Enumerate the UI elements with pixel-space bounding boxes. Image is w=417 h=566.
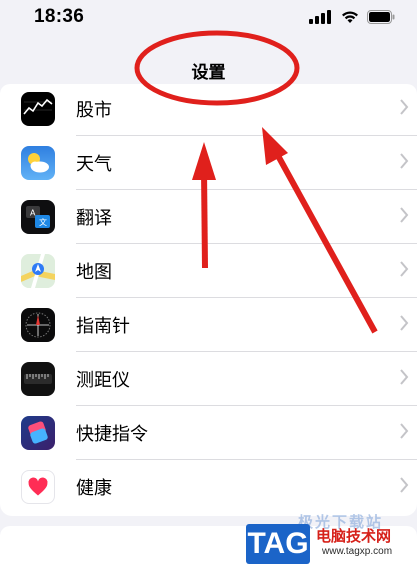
settings-item-label: 测距仪 [76, 370, 130, 391]
chevron-right-icon [400, 477, 409, 493]
settings-item-stocks[interactable]: 股市 [0, 84, 417, 136]
chevron-right-icon [400, 261, 409, 277]
status-time: 18:36 [34, 6, 85, 27]
compass-icon [21, 308, 55, 342]
settings-item-health[interactable]: 健康 [0, 460, 417, 514]
settings-item-label: 股市 [76, 100, 112, 121]
measure-icon [21, 362, 55, 396]
watermark-site-url: www.tagxp.com [322, 546, 393, 557]
settings-item-label: 翻译 [76, 208, 112, 229]
settings-item-measure[interactable]: 测距仪 [0, 352, 417, 406]
chevron-right-icon [400, 99, 409, 115]
settings-item-label: 指南针 [76, 316, 130, 337]
settings-item-weather[interactable]: 天气 [0, 136, 417, 190]
chevron-right-icon [400, 369, 409, 385]
status-bar: 18:36 [0, 0, 417, 36]
svg-text:A: A [30, 209, 36, 218]
wifi-icon [342, 11, 358, 23]
battery-icon [367, 10, 395, 24]
settings-item-compass[interactable]: 指南针 [0, 298, 417, 352]
maps-icon [21, 254, 55, 288]
settings-list: 股市 天气 A 文 翻译 地图 指南针 测距仪 快捷指令 健康 [0, 84, 417, 516]
svg-text:文: 文 [39, 217, 47, 227]
watermark-site-name: 电脑技术网 [316, 527, 392, 545]
chevron-right-icon [400, 315, 409, 331]
stocks-icon [21, 92, 55, 126]
chevron-right-icon [400, 153, 409, 169]
chevron-right-icon [400, 423, 409, 439]
chevron-right-icon [400, 207, 409, 223]
settings-item-shortcuts[interactable]: 快捷指令 [0, 406, 417, 460]
settings-item-label: 快捷指令 [76, 424, 148, 445]
status-icons [309, 10, 395, 24]
settings-item-label: 天气 [76, 154, 112, 175]
settings-item-label: 地图 [76, 262, 112, 283]
page-title: 设置 [191, 63, 226, 83]
shortcuts-icon [21, 416, 55, 450]
translate-icon: A 文 [21, 200, 55, 234]
settings-item-maps[interactable]: 地图 [0, 244, 417, 298]
settings-item-label: 健康 [76, 478, 112, 499]
weather-icon [21, 146, 55, 180]
tag-logo: TAG [246, 524, 310, 564]
settings-item-translate[interactable]: A 文 翻译 [0, 190, 417, 244]
health-icon [21, 470, 55, 504]
cellular-signal-icon [309, 10, 331, 24]
